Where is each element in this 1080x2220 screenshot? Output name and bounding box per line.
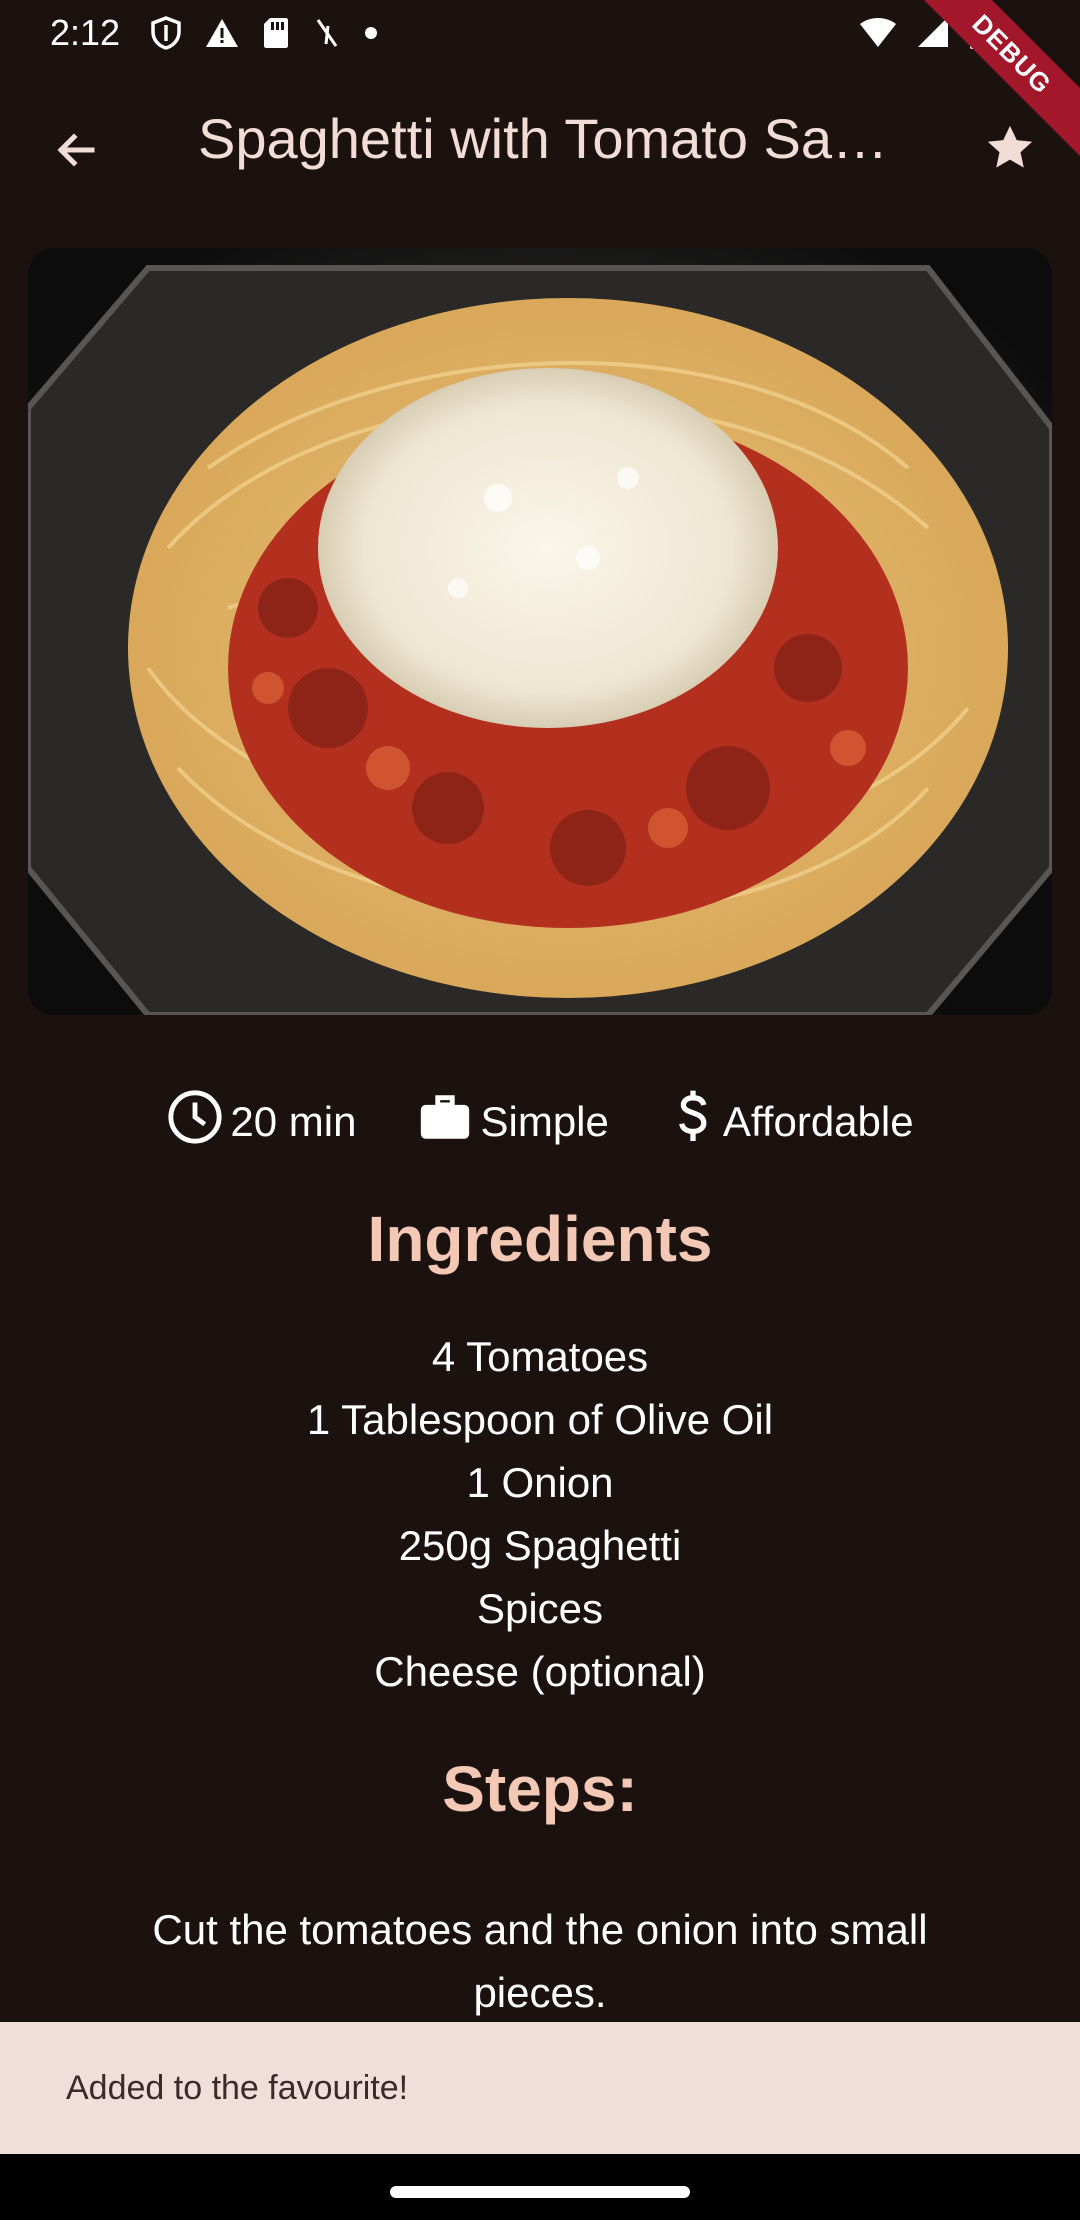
steps-title: Steps: [442,1753,638,1825]
spaghetti-plate-illustration [28,248,1052,1015]
dot-icon [364,26,378,40]
duration-info: 20 min [166,1088,356,1156]
recipe-image [28,248,1052,1015]
warning-icon [204,17,240,49]
status-icons-left [150,16,378,50]
clock-icon [166,1088,224,1156]
status-time: 2:12 [50,12,121,53]
complexity-text: Simple [480,1098,609,1145]
favorite-button[interactable] [970,110,1050,190]
recipe-detail-screen: 2:12 DEBUG Spaghetti with Tomato Sauce 2… [0,0,1080,2220]
briefcase-icon [416,1088,474,1156]
arrow-back-icon [52,126,100,179]
signal-slash-icon [312,16,342,50]
ingredients-list: 4 Tomatoes 1 Tablespoon of Olive Oil 1 O… [0,1325,1080,1703]
ingredients-title: Ingredients [367,1203,713,1275]
page-title: Spaghetti with Tomato Sauce [198,107,898,170]
list-item: Spices [476,1585,604,1632]
list-item: 1 Tablespoon of Olive Oil [306,1396,774,1443]
list-item: Cheese (optional) [374,1648,706,1695]
duration-text: 20 min [230,1098,357,1145]
snackbar: Added to the favourite! [0,2022,1080,2154]
recipe-info-row: 20 min Simple Affordable [0,1090,1080,1154]
back-button[interactable] [40,116,112,188]
wifi-icon [858,15,898,54]
list-item: 4 Tomatoes [431,1333,649,1380]
home-gesture-handle[interactable] [390,2186,690,2198]
affordability-text: Affordable [722,1098,914,1145]
affordability-info: Affordable [669,1088,914,1156]
app-bar: Spaghetti with Tomato Sauce [0,66,1080,220]
list-item: 1 Onion [466,1459,614,1506]
complexity-info: Simple [416,1088,609,1156]
snackbar-message: Added to the favourite! [66,2068,409,2107]
sim-card-icon [262,16,290,50]
list-item: 250g Spaghetti [398,1522,682,1569]
dollar-icon [669,1088,717,1156]
status-bar: 2:12 DEBUG [0,0,1080,163]
shield-icon [150,16,182,50]
step-item: Cut the tomatoes and the onion into smal… [152,1906,928,2016]
star-icon [982,120,1038,181]
